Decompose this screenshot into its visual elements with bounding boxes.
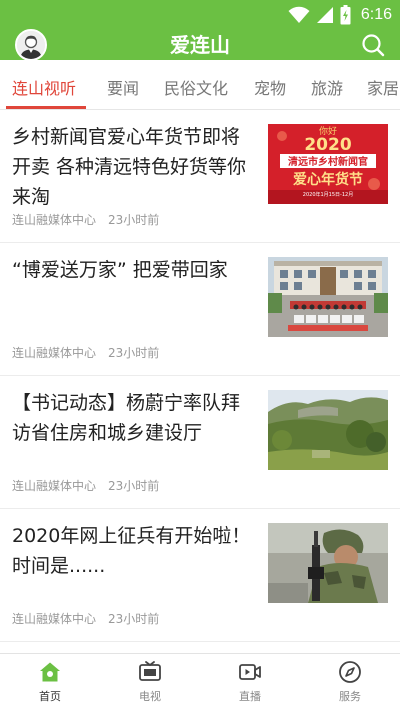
nav-tv-label: 电视 <box>139 690 161 703</box>
search-button[interactable] <box>360 32 386 58</box>
nav-service[interactable]: 服务 <box>300 660 400 708</box>
tab-travel[interactable]: 旅游 <box>311 60 343 109</box>
news-item[interactable]: “博爱送万家” 把爱带回家 连山融媒体中心 23小时前 <box>0 243 400 376</box>
tab-news[interactable]: 要闻 <box>107 60 139 109</box>
live-video-icon <box>239 664 261 680</box>
nav-service-label: 服务 <box>339 690 361 703</box>
nav-tv[interactable]: 电视 <box>100 660 200 708</box>
news-time: 23小时前 <box>108 479 160 493</box>
nav-live[interactable]: 直播 <box>200 660 300 708</box>
tab-lianshan-video[interactable]: 连山视听 <box>12 60 76 109</box>
charity-event-photo <box>268 257 388 337</box>
tab-home[interactable]: 家居 <box>367 60 399 109</box>
news-time: 23小时前 <box>108 213 160 227</box>
poster-text-festival: 爱心年货节 <box>293 171 363 188</box>
wifi-icon <box>288 6 310 23</box>
news-source: 连山融媒体中心 <box>12 346 97 360</box>
news-time: 23小时前 <box>108 346 160 360</box>
active-tab-indicator <box>6 106 86 109</box>
soldier-rifle-photo <box>268 523 388 603</box>
status-time: 6:16 <box>360 6 392 23</box>
new-year-festival-poster: 你好 2020 清远市乡村新闻官 爱心年货节 2020年1月15日-12月 <box>268 124 388 204</box>
hillside-landscape-photo <box>268 390 388 470</box>
news-title[interactable]: “博爱送万家” 把爱带回家 <box>12 255 258 285</box>
home-icon <box>40 662 60 682</box>
battery-charging-icon <box>340 5 351 25</box>
news-item[interactable]: 2020年网上征兵有开始啦！时间是...... 连山融媒体中心 23小时前 <box>0 509 400 642</box>
news-thumbnail[interactable] <box>268 390 388 470</box>
tab-folk-culture[interactable]: 民俗文化 <box>164 60 228 109</box>
nav-home-label: 首页 <box>39 690 61 703</box>
news-item[interactable]: 【书记动态】杨蔚宁率队拜访省住房和城乡建设厅 连山融媒体中心 23小时前 <box>0 376 400 509</box>
news-list[interactable]: 乡村新闻官爱心年货节即将开卖 各种清远特色好货等你来淘 你好 2020 清远市乡… <box>0 110 400 653</box>
poster-text-year: 2020 <box>304 135 351 155</box>
compass-icon <box>339 661 361 683</box>
news-title[interactable]: 【书记动态】杨蔚宁率队拜访省住房和城乡建设厅 <box>12 388 258 448</box>
bottom-navigation: 首页 电视 直播 服务 <box>0 653 400 710</box>
status-bar: 6:16 <box>0 0 400 30</box>
news-meta: 连山融媒体中心 23小时前 <box>12 344 159 361</box>
nav-live-label: 直播 <box>239 690 261 703</box>
signal-icon <box>316 7 333 23</box>
tab-pets[interactable]: 宠物 <box>254 60 286 109</box>
news-source: 连山融媒体中心 <box>12 213 97 227</box>
poster-text-title: 清远市乡村新闻官 <box>288 155 368 168</box>
app-title: 爱连山 <box>170 33 230 57</box>
news-title[interactable]: 乡村新闻官爱心年货节即将开卖 各种清远特色好货等你来淘 <box>12 122 258 212</box>
news-title[interactable]: 2020年网上征兵有开始啦！时间是...... <box>12 521 258 581</box>
news-thumbnail[interactable]: 你好 2020 清远市乡村新闻官 爱心年货节 2020年1月15日-12月 <box>268 124 388 204</box>
tv-icon <box>139 661 161 681</box>
news-meta: 连山融媒体中心 23小时前 <box>12 211 159 228</box>
nav-home[interactable]: 首页 <box>0 660 100 708</box>
poster-text-date: 2020年1月15日-12月 <box>303 191 353 198</box>
search-icon <box>362 34 385 57</box>
channel-tabs: 连山视听 要闻 民俗文化 宠物 旅游 家居 <box>0 60 400 110</box>
news-item[interactable]: 乡村新闻官爱心年货节即将开卖 各种清远特色好货等你来淘 你好 2020 清远市乡… <box>0 110 400 243</box>
news-meta: 连山融媒体中心 23小时前 <box>12 610 159 627</box>
news-thumbnail[interactable] <box>268 257 388 337</box>
news-source: 连山融媒体中心 <box>12 479 97 493</box>
news-meta: 连山融媒体中心 23小时前 <box>12 477 159 494</box>
news-thumbnail[interactable] <box>268 523 388 603</box>
news-source: 连山融媒体中心 <box>12 612 97 626</box>
news-time: 23小时前 <box>108 612 160 626</box>
status-icons: 6:16 <box>288 4 392 26</box>
